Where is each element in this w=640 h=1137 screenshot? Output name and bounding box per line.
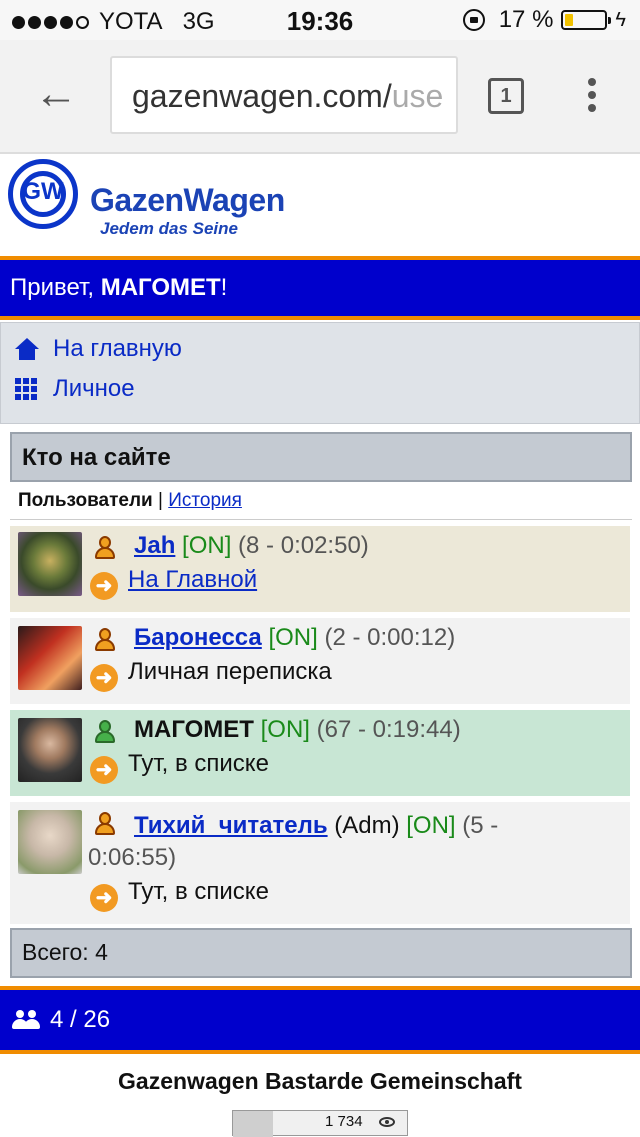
tabs-button[interactable]: 1 (488, 78, 524, 114)
address-bar[interactable]: gazenwagen.com/use (110, 56, 458, 134)
user-icon (94, 628, 116, 652)
avatar[interactable] (18, 810, 82, 874)
user-stats: (67 - 0:19:44) (316, 716, 461, 743)
avatar[interactable] (18, 532, 82, 596)
battery-percent: 17 % (498, 6, 554, 33)
user-stats: (2 - 0:00:12) (324, 624, 456, 651)
community-title: Gazenwagen Bastarde Gemeinschaft (118, 1068, 522, 1094)
user-row-current: МАГОМЕТ [ON] (67 - 0:19:44) ➜ Тут, в спи… (10, 710, 630, 796)
greeting-text: Привет, МАГОМЕТ! (10, 274, 228, 301)
charging-bolt-icon: ϟ (615, 8, 626, 31)
counter-badge (233, 1111, 273, 1137)
battery-icon (561, 10, 612, 30)
location-text: Тут, в списке (128, 750, 269, 777)
user-icon (94, 536, 116, 560)
eye-icon (379, 1117, 395, 1127)
tab-users: Пользователи (18, 490, 153, 511)
url-text[interactable]: gazenwagen.com/use (132, 78, 443, 115)
back-arrow-icon[interactable]: ← (34, 72, 78, 116)
location-arrow-icon: ➜ (90, 756, 118, 784)
user-stats-cont: 0:06:55) (88, 844, 177, 871)
username-self: МАГОМЕТ (134, 716, 254, 743)
online-status: [ON] (406, 812, 456, 839)
user-stats: (5 - (462, 812, 499, 839)
location-text: Личная переписка (128, 658, 332, 685)
location-link[interactable]: На Главной (128, 566, 257, 593)
who-online-tabs: Пользователи | История (10, 484, 632, 520)
user-role: (Adm) (327, 812, 407, 839)
visit-counter[interactable]: 1 734 (232, 1110, 408, 1137)
grid-icon (15, 378, 37, 400)
online-counter-bar[interactable]: 4 / 26 (0, 986, 640, 1054)
greeting-username: МАГОМЕТ (100, 274, 221, 301)
status-bar: YOTA 3G 19:36 17 % ϟ (0, 0, 640, 40)
user-stats: (8 - 0:02:50) (238, 532, 369, 559)
site-header: GW GazenWagen Jedem das Seine (0, 154, 640, 256)
user-row: Баронесса [ON] (2 - 0:00:12) ➜ Личная пе… (10, 618, 630, 704)
status-right: 17 % ϟ (462, 6, 626, 34)
total-count: Всего: 4 (10, 928, 632, 978)
avatar[interactable] (18, 626, 82, 690)
site-logo[interactable]: GW (8, 159, 78, 229)
site-title[interactable]: GazenWagen (90, 182, 285, 219)
main-nav: На главную Личное (0, 322, 640, 424)
online-status: [ON] (260, 716, 310, 743)
online-status: [ON] (268, 624, 318, 651)
user-icon (94, 812, 116, 836)
online-status: [ON] (182, 532, 232, 559)
user-row: Jah [ON] (8 - 0:02:50) ➜ На Главной (10, 526, 630, 612)
online-count[interactable]: 4 / 26 (50, 1006, 110, 1034)
username-link[interactable]: Jah (134, 532, 175, 559)
username-link[interactable]: Тихий_читатель (134, 812, 328, 839)
avatar[interactable] (18, 718, 82, 782)
username-link[interactable]: Баронесса (134, 624, 262, 651)
user-row: Тихий_читатель (Adm) [ON] (5 - 0:06:55) … (10, 802, 630, 924)
location-arrow-icon: ➜ (90, 664, 118, 692)
tab-history[interactable]: История (168, 490, 242, 511)
who-online-title: Кто на сайте (10, 432, 632, 482)
home-icon (15, 338, 39, 360)
location-arrow-icon: ➜ (90, 572, 118, 600)
nav-personal-link[interactable]: Личное (15, 375, 135, 403)
greeting-bar: Привет, МАГОМЕТ! (0, 256, 640, 320)
nav-home-link[interactable]: На главную (15, 335, 182, 363)
rotation-lock-icon (462, 9, 485, 31)
location-arrow-icon: ➜ (90, 884, 118, 912)
counter-value: 1 734 (325, 1113, 363, 1130)
overflow-menu-icon[interactable] (586, 78, 598, 118)
browser-toolbar: ← gazenwagen.com/use 1 (0, 40, 640, 154)
user-icon (94, 720, 116, 744)
location-text: Тут, в списке (128, 878, 269, 905)
users-icon (12, 1010, 42, 1030)
site-slogan: Jedem das Seine (100, 219, 238, 238)
